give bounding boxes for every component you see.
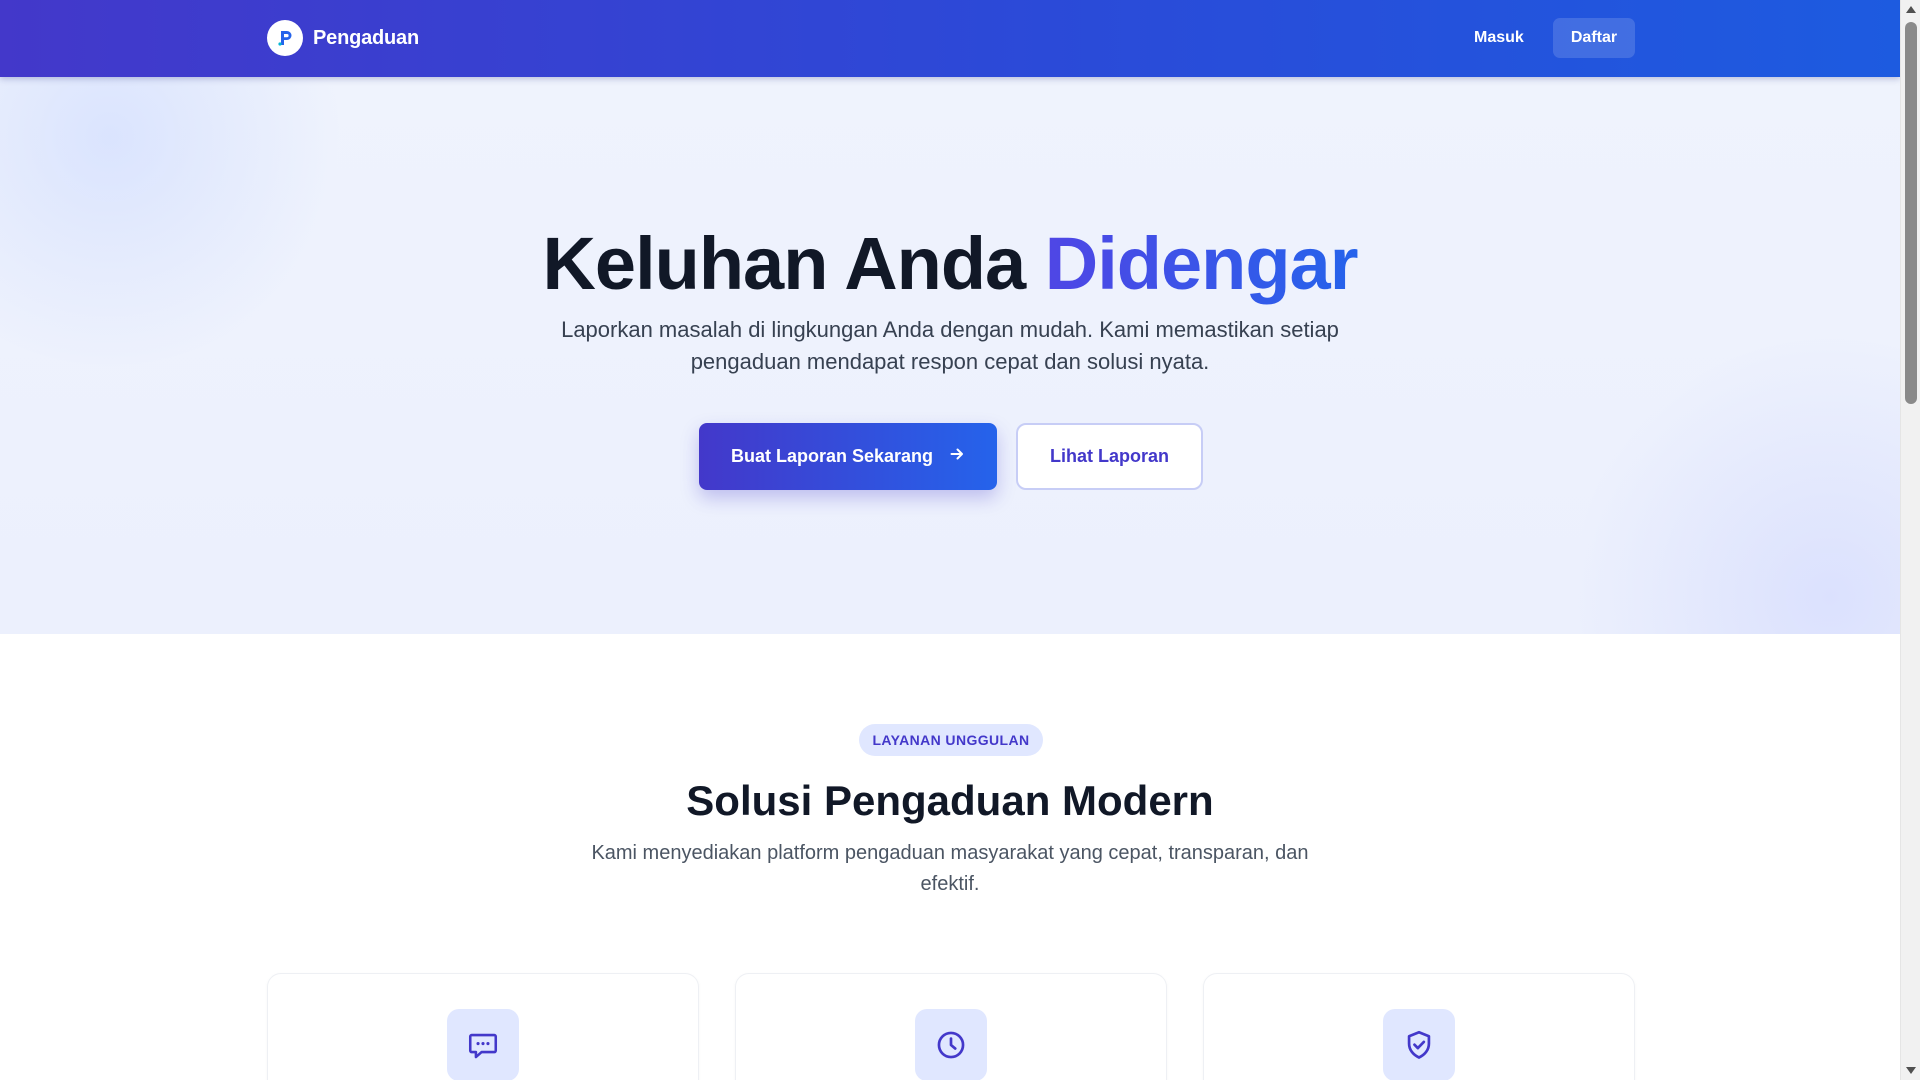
feature-card xyxy=(267,973,699,1080)
scroll-down-arrow-icon[interactable] xyxy=(1906,1067,1916,1074)
feature-card xyxy=(1203,973,1635,1080)
chat-message-icon xyxy=(447,1009,519,1080)
hero-title-main: Keluhan Anda xyxy=(542,222,1045,305)
vertical-scrollbar[interactable] xyxy=(1900,0,1920,1080)
register-button[interactable]: Daftar xyxy=(1553,18,1635,58)
hero-section: Keluhan Anda Didengar Laporkan masalah d… xyxy=(0,77,1900,634)
hero-title-accent: Didengar xyxy=(1044,222,1359,305)
login-link[interactable]: Masuk xyxy=(1458,18,1540,58)
landing-page: Pengaduan Masuk Daftar Keluhan Anda Dide… xyxy=(0,0,1900,1080)
shield-check-icon xyxy=(1383,1009,1455,1080)
clock-icon xyxy=(915,1009,987,1080)
feature-card xyxy=(735,973,1167,1080)
create-report-label: Buat Laporan Sekarang xyxy=(730,446,934,466)
create-report-button[interactable]: Buat Laporan Sekarang xyxy=(699,423,997,490)
arrow-right-icon xyxy=(949,446,965,467)
scroll-up-arrow-icon[interactable] xyxy=(1906,6,1916,13)
brand-name: Pengaduan xyxy=(313,26,419,49)
view-reports-button[interactable]: Lihat Laporan xyxy=(1016,423,1203,490)
section-badge: LAYANAN UNGGULAN xyxy=(859,724,1043,756)
brand-logo-icon xyxy=(267,20,303,56)
top-navbar: Pengaduan Masuk Daftar xyxy=(0,0,1900,77)
scrollbar-thumb[interactable] xyxy=(1905,22,1917,404)
browser-viewport: Pengaduan Masuk Daftar Keluhan Anda Dide… xyxy=(0,0,1920,1080)
section-title: Solusi Pengaduan Modern xyxy=(686,777,1214,824)
section-subtitle: Kami menyediakan platform pengaduan masy… xyxy=(591,842,1309,895)
features-section: LAYANAN UNGGULAN Solusi Pengaduan Modern… xyxy=(0,634,1900,1080)
hero-title: Keluhan Anda Didengar xyxy=(0,219,1900,309)
brand-link[interactable]: Pengaduan xyxy=(267,19,419,57)
hero-subtitle: Laporkan masalah di lingkungan Anda deng… xyxy=(561,317,1339,374)
